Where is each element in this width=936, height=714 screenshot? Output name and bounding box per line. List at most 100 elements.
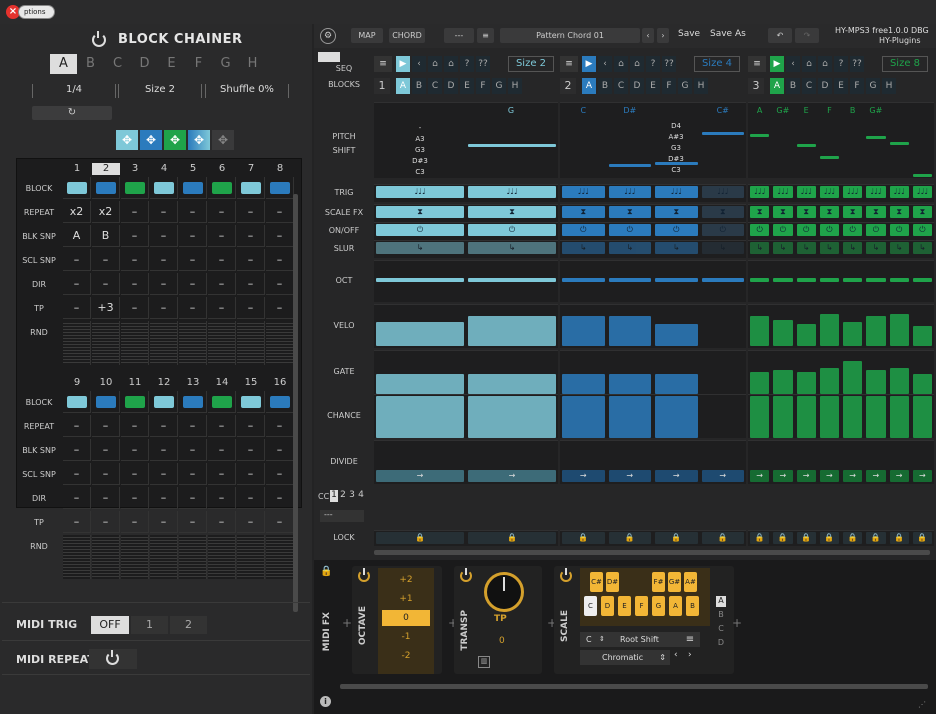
step-toggle[interactable]: ⏻ — [843, 224, 863, 236]
grid-cell[interactable]: – — [92, 273, 120, 295]
step-toggle[interactable]: ⏻ — [819, 224, 839, 236]
block-letter[interactable]: D — [630, 78, 644, 94]
nav-button[interactable]: ⌂ — [630, 56, 644, 72]
lock-icon[interactable]: 🔒 — [819, 532, 839, 544]
group-number[interactable]: 3 — [748, 78, 764, 94]
nav-button[interactable]: ?? — [850, 56, 864, 72]
column-number[interactable]: 9 — [63, 377, 91, 389]
step-toggle[interactable]: ♩♩♩ — [655, 186, 698, 198]
step-toggle[interactable]: ♩♩♩ — [866, 186, 886, 198]
step-toggle[interactable]: ⏻ — [773, 224, 793, 236]
block-letter[interactable]: D — [444, 78, 458, 94]
grid-cell[interactable]: – — [237, 201, 265, 223]
chevron-left-icon[interactable]: ‹ — [674, 650, 678, 660]
step-toggle[interactable]: ↳ — [866, 242, 886, 254]
value-bar[interactable] — [562, 316, 605, 346]
grid-cell[interactable]: – — [266, 463, 294, 485]
divide-step[interactable]: → — [701, 470, 744, 482]
divide-step[interactable]: → — [889, 470, 909, 482]
oct-bar[interactable] — [889, 278, 909, 282]
step-toggle[interactable]: ↳ — [655, 242, 698, 254]
lock-icon[interactable]: 🔒 — [608, 532, 651, 544]
rnd-cell[interactable] — [266, 535, 294, 579]
rnd-cell[interactable] — [208, 321, 236, 365]
block-cell[interactable] — [121, 391, 149, 413]
grid-cell[interactable]: – — [208, 249, 236, 271]
divide-step[interactable]: → — [376, 470, 464, 482]
value-bar[interactable] — [376, 374, 464, 394]
sequencer-scrollbar[interactable] — [374, 550, 930, 555]
grid-cell[interactable]: – — [150, 487, 178, 509]
rnd-cell[interactable] — [266, 321, 294, 365]
grid-cell[interactable]: – — [237, 297, 265, 319]
block-cell[interactable] — [63, 177, 91, 199]
rnd-cell[interactable] — [121, 321, 149, 365]
grid-cell[interactable]: – — [63, 415, 91, 437]
grid-cell[interactable]: A — [63, 225, 91, 247]
octave-option[interactable]: -1 — [382, 629, 430, 645]
grid-cell[interactable]: – — [63, 487, 91, 509]
value-bar[interactable] — [796, 396, 816, 438]
grid-cell[interactable]: B — [92, 225, 120, 247]
octave-option[interactable]: +2 — [382, 572, 430, 588]
step-toggle[interactable]: ↳ — [562, 242, 605, 254]
letter-f[interactable]: F — [185, 54, 212, 74]
block-cell[interactable] — [208, 177, 236, 199]
step-toggle[interactable]: ⧗ — [562, 206, 605, 218]
grid-cell[interactable]: – — [179, 487, 207, 509]
value-bar[interactable] — [866, 316, 886, 346]
nav-button[interactable]: ⌂ — [444, 56, 458, 72]
resize-handle-icon[interactable]: ⋰ — [918, 700, 926, 709]
pitch-bar[interactable] — [889, 142, 909, 145]
octave-option[interactable]: 0 — [382, 610, 430, 626]
step-toggle[interactable]: ♩♩♩ — [843, 186, 863, 198]
value-bar[interactable] — [562, 396, 605, 438]
letter-d[interactable]: D — [131, 54, 158, 74]
block-letter[interactable]: H — [882, 78, 896, 94]
oct-bar[interactable] — [912, 278, 932, 282]
grid-cell[interactable]: – — [179, 439, 207, 461]
grid-cell[interactable]: – — [237, 439, 265, 461]
block-letter[interactable]: F — [476, 78, 490, 94]
grid-cell[interactable]: – — [237, 463, 265, 485]
grid-cell[interactable]: – — [150, 297, 178, 319]
letter-b[interactable]: B — [77, 54, 104, 74]
oct-bar[interactable] — [819, 278, 839, 282]
chevron-right-icon[interactable]: › — [657, 28, 669, 43]
nav-button[interactable]: ▶ — [582, 56, 596, 72]
rnd-cell[interactable] — [121, 535, 149, 579]
step-toggle[interactable]: ⧗ — [866, 206, 886, 218]
value-bar[interactable] — [608, 374, 651, 394]
letter-h[interactable]: H — [239, 54, 266, 74]
stepper-icon[interactable]: ⇕ — [599, 632, 605, 647]
rnd-cell[interactable] — [237, 535, 265, 579]
cc-number[interactable]: 2 — [339, 490, 347, 502]
column-number[interactable]: 3 — [121, 163, 149, 175]
column-number[interactable]: 7 — [237, 163, 265, 175]
pitch-bar[interactable] — [655, 162, 698, 165]
block-cell[interactable] — [150, 391, 178, 413]
column-number[interactable]: 6 — [208, 163, 236, 175]
nav-button[interactable]: ? — [834, 56, 848, 72]
grid-cell[interactable]: – — [208, 463, 236, 485]
column-number[interactable]: 11 — [121, 377, 149, 389]
midi-trig-off-button[interactable]: OFF — [91, 616, 129, 634]
value-bar[interactable] — [912, 326, 932, 346]
value-bar[interactable] — [912, 374, 932, 394]
menu-icon[interactable]: ≡ — [374, 56, 392, 72]
step-toggle[interactable]: ⧗ — [608, 206, 651, 218]
step-toggle[interactable]: ⧗ — [773, 206, 793, 218]
grid-cell[interactable]: – — [208, 511, 236, 533]
grid-cell[interactable]: – — [150, 439, 178, 461]
step-toggle[interactable]: ♩♩♩ — [376, 186, 464, 198]
black-key[interactable]: D# — [606, 572, 619, 592]
grid-cell[interactable]: – — [237, 273, 265, 295]
pitch-bar[interactable] — [701, 132, 744, 135]
snap-letter[interactable]: A — [716, 596, 726, 607]
grid-cell[interactable]: – — [266, 225, 294, 247]
lock-icon[interactable]: 🔒 — [773, 532, 793, 544]
shuffle-value[interactable]: Shuffle 0% — [205, 84, 289, 95]
step-toggle[interactable]: ⧗ — [701, 206, 744, 218]
save-button[interactable]: Save — [678, 29, 700, 39]
scale-select[interactable]: Chromatic ⇕ — [580, 650, 670, 665]
